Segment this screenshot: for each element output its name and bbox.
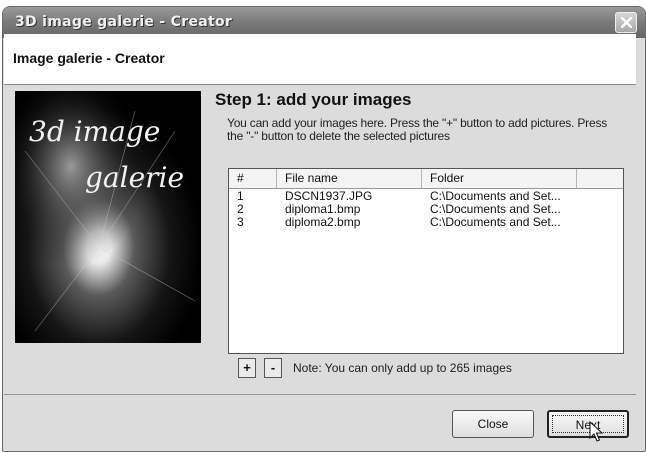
step-title: Step 1: add your images [215, 90, 412, 109]
add-image-button[interactable]: + [238, 358, 256, 378]
column-header-file-name[interactable]: File name [277, 169, 422, 188]
wizard-header: Image galerie - Creator [4, 34, 636, 85]
next-button[interactable]: Next [547, 410, 629, 438]
limit-note: Note: You can only add up to 265 images [293, 361, 512, 375]
row-file-name: diploma2.bmp [285, 215, 361, 229]
galerie-logo-image: 3d image galerie [15, 91, 201, 343]
step-description: You can add your images here. Press the … [227, 116, 608, 143]
row-folder: C:\Documents and Set... [430, 215, 561, 229]
header-title: Image galerie - Creator [13, 50, 165, 66]
column-header-number[interactable]: # [229, 169, 277, 188]
logo-text-line1: 3d image [29, 115, 160, 148]
close-icon [621, 17, 632, 28]
image-list[interactable]: # File name Folder 1 DSCN1937.JPG C:\Doc… [228, 168, 624, 354]
list-header: # File name Folder [229, 169, 623, 189]
row-number: 3 [237, 215, 244, 229]
list-rows: 1 DSCN1937.JPG C:\Documents and Set... 2… [229, 190, 623, 229]
close-button[interactable]: Close [452, 410, 534, 438]
mouse-pointer-icon [589, 421, 603, 442]
footer-divider [4, 394, 636, 395]
focus-rect [552, 415, 624, 433]
remove-image-button[interactable]: - [264, 358, 282, 378]
column-header-folder[interactable]: Folder [422, 169, 577, 188]
logo-text-line2: galerie [85, 161, 184, 194]
list-item[interactable]: 3 diploma2.bmp C:\Documents and Set... [229, 216, 623, 229]
window-close-button[interactable] [615, 12, 637, 33]
window-title: 3D image galerie - Creator [15, 14, 233, 30]
